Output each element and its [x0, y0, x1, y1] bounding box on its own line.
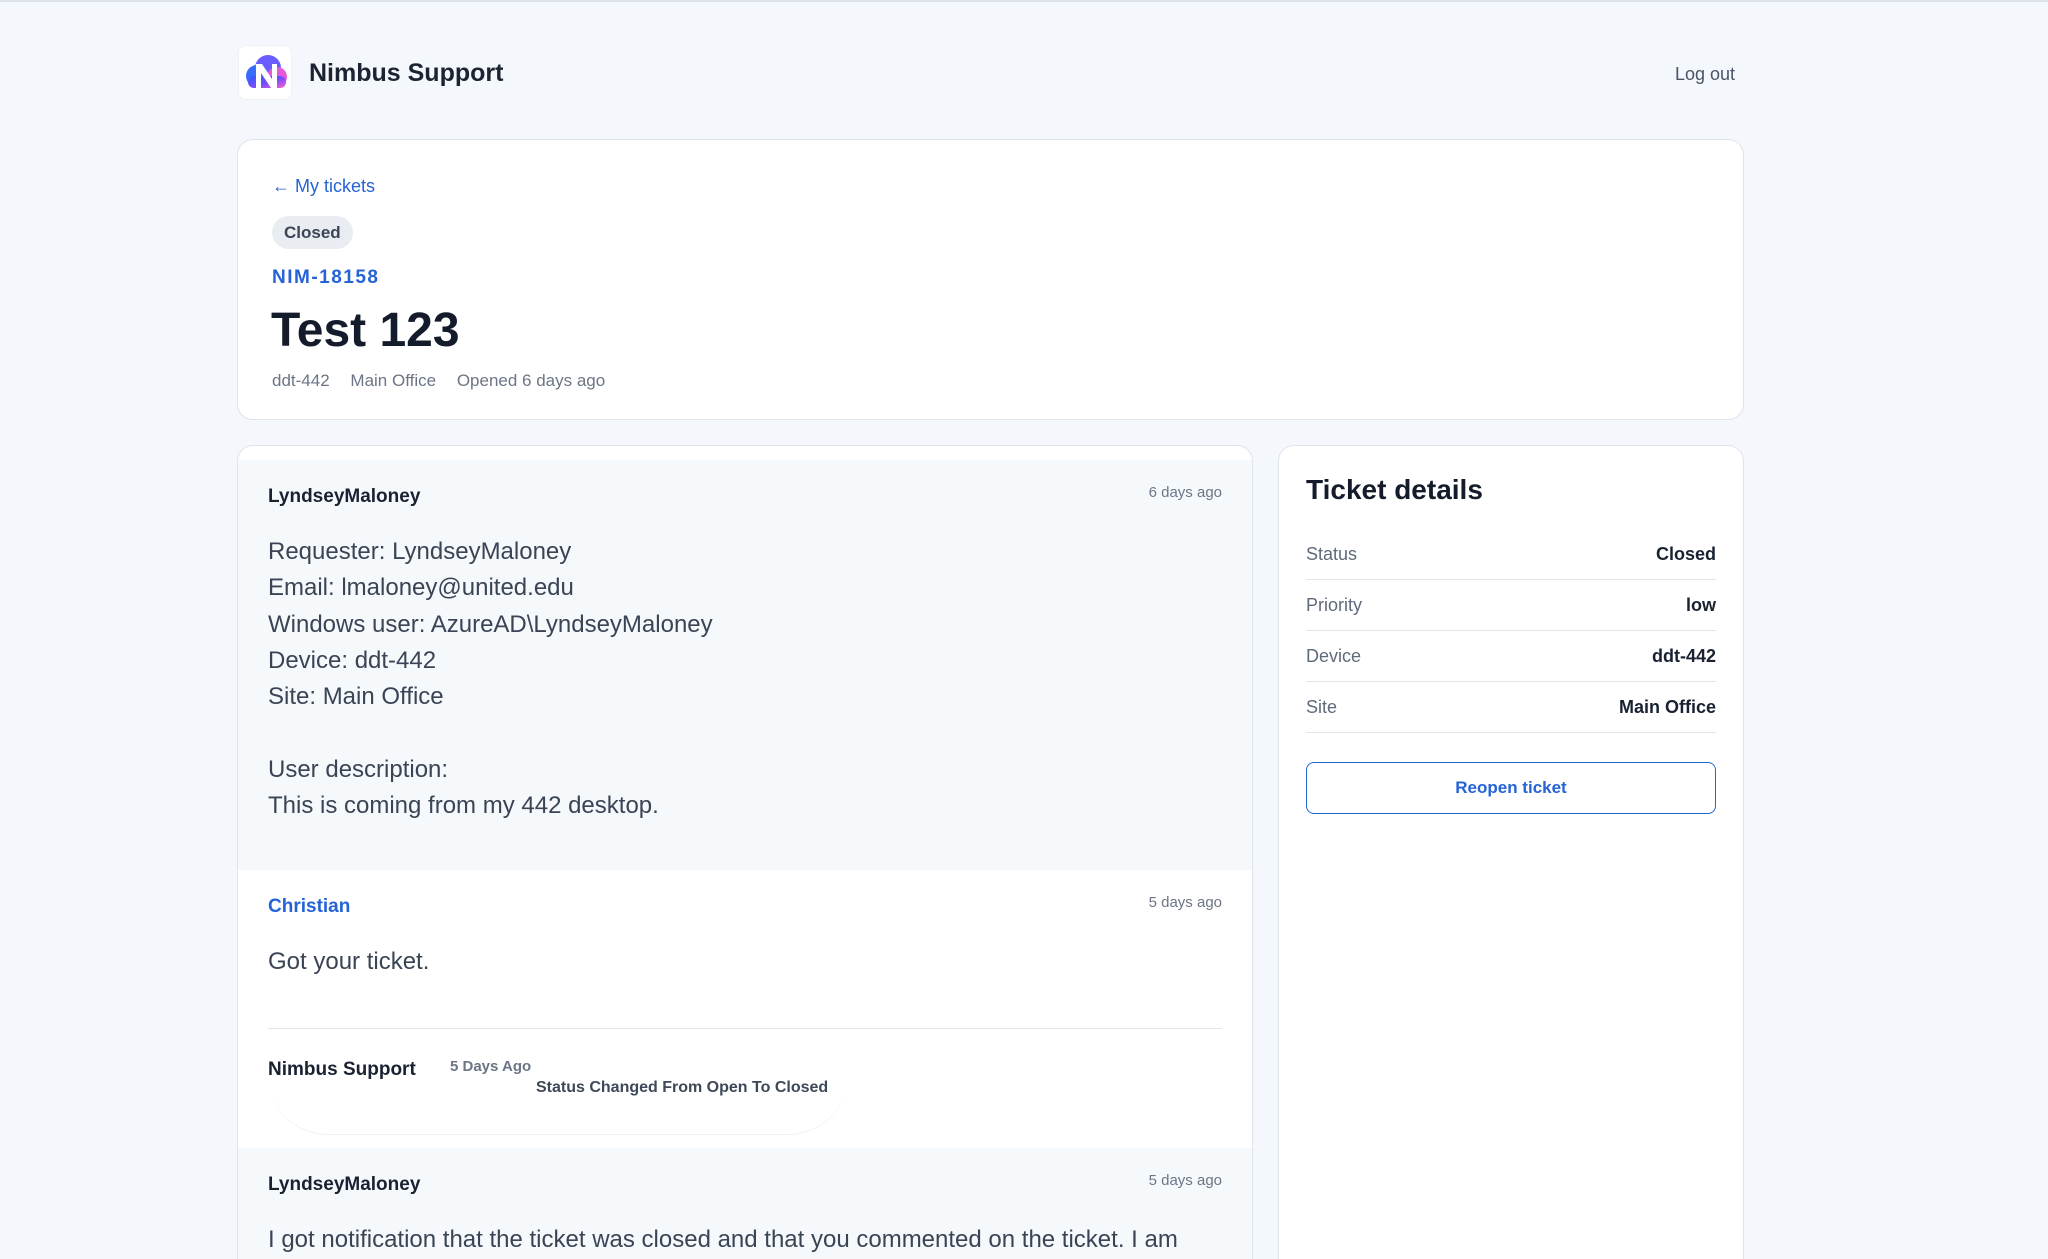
detail-label: Device	[1306, 646, 1362, 666]
detail-value: ddt-442	[1651, 646, 1716, 666]
message-time: 6 days ago	[1148, 484, 1222, 501]
nimbus-logo-icon[interactable]	[238, 45, 292, 100]
message-line	[268, 715, 1228, 751]
meta-site: Main Office	[350, 371, 437, 390]
message-author: Christian	[268, 896, 351, 917]
status-badge: Closed	[272, 216, 353, 249]
message: LyndseyMaloney 6 days ago Requester: Lyn…	[238, 460, 1252, 870]
message-body: Got your ticket.	[268, 944, 1228, 980]
brand-name: Nimbus Support	[309, 59, 504, 87]
top-border	[0, 0, 2048, 2]
detail-value: Closed	[1655, 544, 1716, 564]
message: Christian 5 days ago Got your ticket. Ni…	[238, 870, 1252, 1148]
message-line: This is coming from my 442 desktop.	[268, 792, 659, 820]
message: LyndseyMaloney 5 days ago I got notifica…	[238, 1148, 1252, 1259]
detail-label: Status	[1306, 544, 1358, 564]
status-change-event: Nimbus Support 5 Days Ago Status Changed…	[268, 1029, 848, 1135]
ticket-meta: ddt-442 Main Office Opened 6 days ago	[272, 371, 621, 391]
details-title: Ticket details	[1306, 474, 1483, 505]
reopen-ticket-button[interactable]: Reopen ticket	[1306, 762, 1716, 814]
event-time: 5 Days Ago	[450, 1058, 532, 1075]
message-body: I got notification that the ticket was c…	[268, 1222, 1228, 1258]
message-time: 5 days ago	[1148, 1172, 1222, 1189]
message-line: Device: ddt-442	[268, 646, 437, 674]
detail-row-priority: Priority low	[1306, 580, 1716, 631]
message-author: LyndseyMaloney	[268, 486, 421, 507]
detail-row-status: Status Closed	[1306, 529, 1716, 580]
ticket-id: NIM-18158	[272, 267, 380, 288]
detail-row-site: Site Main Office	[1306, 682, 1716, 733]
ticket-header-card: ← My tickets Closed NIM-18158 Test 123 d…	[237, 139, 1744, 420]
detail-row-device: Device ddt-442	[1306, 631, 1716, 682]
message-body: Requester: LyndseyMaloney Email: lmalone…	[268, 534, 1228, 824]
detail-value: Main Office	[1618, 697, 1716, 717]
back-to-my-tickets-link[interactable]: ← My tickets	[272, 176, 375, 197]
message-time: 5 days ago	[1148, 894, 1222, 911]
message-line: Site: Main Office	[268, 683, 444, 711]
message-line: Email: lmaloney@united.edu	[268, 574, 574, 602]
detail-value: low	[1686, 595, 1716, 615]
message-line: Requester: LyndseyMaloney	[268, 538, 572, 565]
event-author: Nimbus Support	[268, 1059, 416, 1080]
meta-opened: Opened 6 days ago	[456, 371, 606, 390]
meta-device: ddt-442	[272, 371, 330, 390]
logout-link[interactable]: Log out	[1675, 64, 1735, 85]
event-text: Status Changed From Open To Closed	[536, 1079, 829, 1096]
app-header: Nimbus Support Log out	[238, 45, 1738, 103]
detail-label: Priority	[1306, 595, 1363, 615]
ticket-details-panel: Ticket details Status Closed Priority lo…	[1278, 445, 1744, 1259]
message-line: User description:	[268, 755, 449, 783]
conversation-thread: LyndseyMaloney 6 days ago Requester: Lyn…	[237, 445, 1253, 1259]
message-line: Windows user: AzureAD\LyndseyMaloney	[268, 610, 713, 638]
page-title: Test 123	[271, 304, 460, 357]
message-line: I got notification that the ticket was c…	[268, 1226, 1178, 1253]
detail-label: Site	[1306, 697, 1338, 717]
message-author: LyndseyMaloney	[268, 1174, 421, 1195]
message-line: Got your ticket.	[268, 948, 430, 975]
